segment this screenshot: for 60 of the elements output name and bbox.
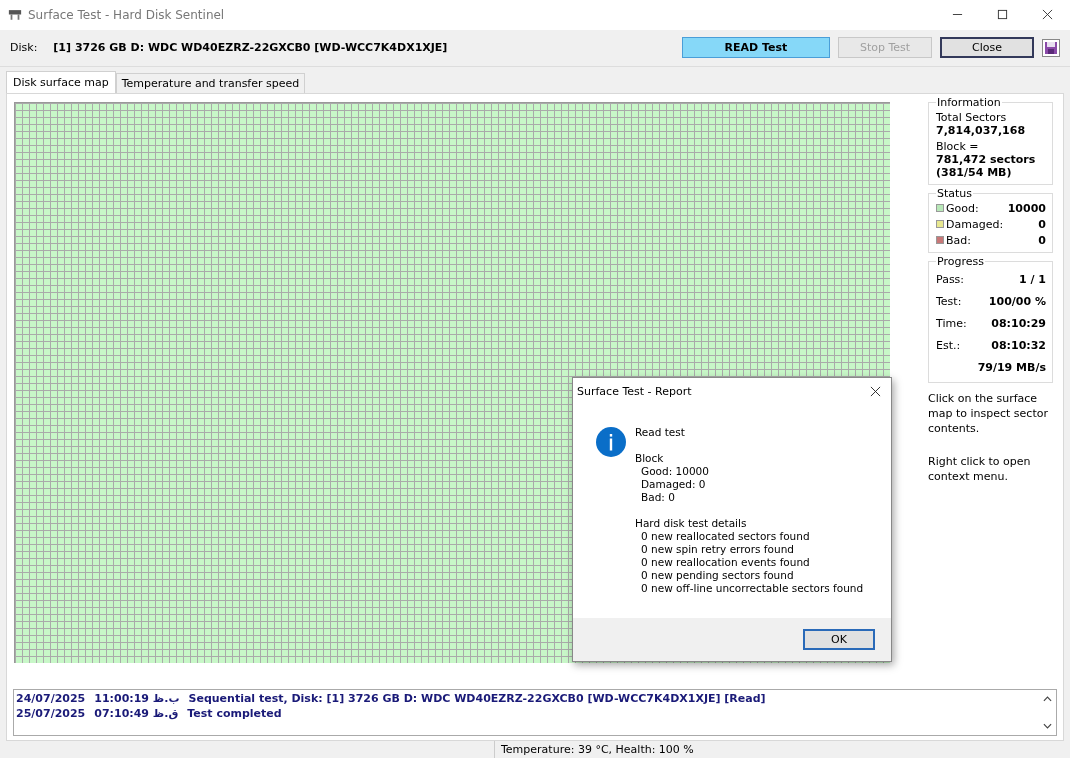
info-value: (381/54 MB) [936,165,1013,179]
log-time: 11:00:19 ب.ظ [94,691,180,707]
log-time: 07:10:49 ق.ظ [94,706,179,722]
progress-label: Est.: [936,338,961,352]
log-message: Sequential test, Disk: [1] 3726 GB D: WDC WD40EZRZ-22GXCB0 [WD-WCC7K4DX1XJE] [Read] [188,691,766,707]
group-title: Progress [936,254,985,268]
group-title: Status [936,186,974,200]
window-title: Surface Test - Hard Disk Sentinel [28,7,225,22]
tab[interactable]: Temperature and transfer speed [115,72,306,93]
status-bar-text: Temperature: 39 °C, Health: 100 % [494,741,700,758]
progress-value: 08:10:29 [991,316,1046,330]
progress-label: Time: [936,316,967,330]
report-line: 0 new off-line uncorrectable sectors found [640,582,864,595]
info-label: Total Sectors [936,110,1008,124]
progress-label: Pass: [936,272,965,286]
log-date: 25/07/2025 [16,706,86,722]
report-line: 0 new spin retry errors found [640,543,795,556]
progress-value: 1 / 1 [1019,272,1046,286]
close-icon[interactable] [870,385,881,397]
report-section-title: Block [635,452,665,465]
progress-value: 08:10:32 [991,338,1046,352]
progress-value: 100/00 % [988,294,1046,308]
disk-name: [1] 3726 GB D: WDC WD40EZRZ-22GXCB0 [WD-WCC7K4DX1XJE] [53,41,448,55]
status-count: 0 [1038,217,1046,231]
tab[interactable]: Disk surface map [6,70,116,93]
status-count: 0 [1038,233,1046,247]
group-title: Information [936,95,1002,109]
report-section-title: Hard disk test details [635,517,748,530]
hint-text: Click on the surface map to inspect sector contents. [928,390,1049,436]
info-label: Block = [936,139,980,153]
ok-button[interactable]: OK [803,629,875,650]
report-line: 0 new pending sectors found [640,569,795,582]
report-line: Bad: 0 [640,491,676,504]
log-message: Test completed [187,706,282,722]
status-label: Good: [946,201,979,215]
info-value: 781,472 sectors [936,152,1037,166]
info-icon [595,426,627,458]
report-line: Good: 10000 [640,465,710,478]
status-label: Damaged: [946,217,1004,231]
log-date: 24/07/2025 [16,691,86,707]
toolbar-button[interactable]: READ Test [682,37,830,59]
report-heading: Read test [635,426,686,439]
scroll-up-icon[interactable] [1043,695,1052,702]
info-value: 7,814,037,168 [936,123,1027,137]
dialog-title: Surface Test - Report [577,384,692,398]
status-label: Bad: [946,233,971,247]
report-line: 0 new reallocated sectors found [640,530,811,543]
scroll-down-icon[interactable] [1043,722,1052,729]
disk-label: Disk: [10,41,38,55]
disk-app-icon [8,8,22,22]
toolbar-button[interactable]: Close [940,37,1034,59]
report-line: 0 new reallocation events found [640,556,811,569]
progress-label: Test: [936,294,962,308]
close-icon[interactable] [1042,9,1053,21]
report-line: Damaged: 0 [640,478,707,491]
status-count: 10000 [1007,201,1046,215]
maximize-icon[interactable] [997,9,1008,21]
transfer-speed: 79/19 MB/s [977,360,1046,374]
hint-text: Right click to open context menu. [928,453,1032,484]
save-icon[interactable] [1042,38,1060,57]
